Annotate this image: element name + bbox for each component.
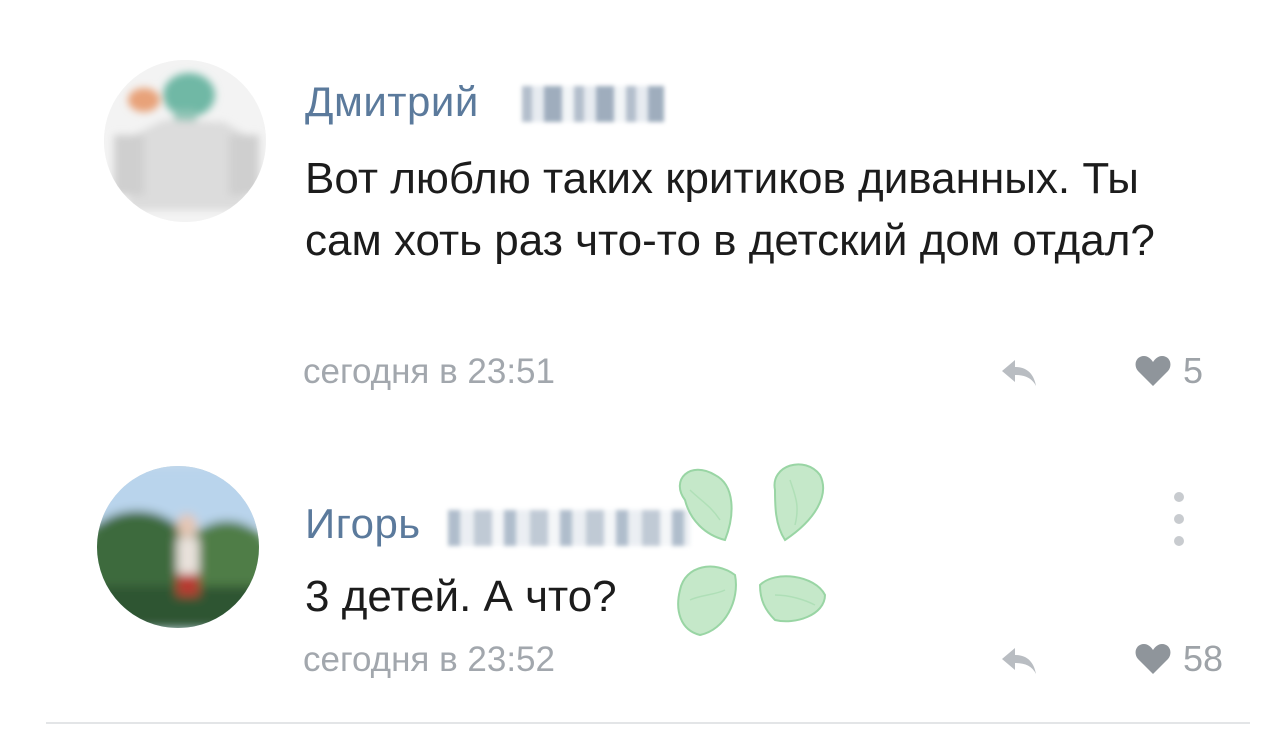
redacted-surname	[522, 86, 664, 122]
heart-icon	[1135, 356, 1171, 386]
like-button[interactable]: 5	[1135, 350, 1203, 392]
like-count: 58	[1183, 638, 1224, 679]
reply-button[interactable]	[999, 356, 1039, 390]
avatar[interactable]	[97, 466, 259, 628]
comment-item: Дмитрий Вот люблю таких критиков диванны…	[0, 0, 1280, 420]
heart-icon	[1135, 644, 1171, 674]
reply-icon	[1002, 648, 1036, 674]
comment-timestamp: сегодня в 23:51	[303, 352, 555, 391]
comment-item: Игорь 3 детей. А что? сегодня в 23:52 58	[0, 440, 1280, 710]
redacted-surname	[448, 510, 690, 546]
comment-timestamp: сегодня в 23:52	[303, 640, 555, 679]
avatar[interactable]	[104, 60, 266, 222]
more-vertical-icon	[1174, 536, 1184, 546]
reply-icon	[1002, 360, 1036, 386]
author-name[interactable]: Игорь	[305, 500, 421, 548]
more-vertical-icon	[1174, 514, 1184, 524]
divider	[46, 722, 1250, 724]
avatar-image	[104, 60, 266, 222]
more-options-button[interactable]	[1172, 492, 1186, 546]
like-count: 5	[1183, 350, 1204, 391]
more-vertical-icon	[1174, 492, 1184, 502]
author-name[interactable]: Дмитрий	[305, 78, 479, 126]
comment-text: Вот люблю таких критиков диванных. Ты са…	[305, 154, 1155, 265]
avatar-image	[97, 466, 259, 628]
clover-sticker-icon	[677, 463, 827, 637]
like-button[interactable]: 58	[1135, 638, 1223, 680]
reply-button[interactable]	[999, 644, 1039, 678]
